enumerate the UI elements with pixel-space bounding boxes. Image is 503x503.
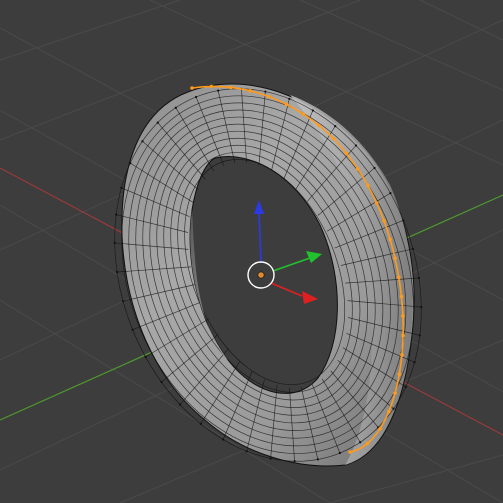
mesh-vertex xyxy=(264,90,267,93)
mesh-vertex xyxy=(411,247,415,250)
3d-viewport[interactable] xyxy=(0,0,503,503)
selected-vertex[interactable] xyxy=(344,151,349,155)
selected-vertex[interactable] xyxy=(301,112,306,116)
selected-vertex[interactable] xyxy=(331,136,336,141)
selected-vertex[interactable] xyxy=(393,391,397,395)
selected-vertex[interactable] xyxy=(365,441,370,446)
mesh-vertex xyxy=(288,97,291,100)
mesh-vertex xyxy=(404,385,407,388)
mesh-vertex xyxy=(217,89,220,92)
mesh-vertex xyxy=(338,451,342,455)
mesh-vertex xyxy=(392,407,395,410)
mesh-vertex xyxy=(115,270,119,274)
selected-vertex[interactable] xyxy=(266,94,271,99)
mesh-vertex xyxy=(129,162,132,165)
grid-line xyxy=(0,0,181,61)
mesh-vertex xyxy=(156,121,159,124)
mesh-vertex xyxy=(144,355,147,358)
selected-vertex[interactable] xyxy=(396,275,401,280)
mesh-vertex xyxy=(269,457,272,460)
selected-vertex[interactable] xyxy=(374,201,379,205)
grid-line xyxy=(299,0,503,91)
mesh-vertex xyxy=(413,361,416,364)
mesh-vertex xyxy=(131,328,134,331)
mesh-vertex xyxy=(420,305,423,309)
selected-vertex[interactable] xyxy=(348,450,352,454)
mesh-vertex xyxy=(141,140,144,143)
mesh-vertex xyxy=(194,95,198,99)
selected-vertex[interactable] xyxy=(401,314,405,318)
mesh-vertex xyxy=(199,422,202,425)
mesh-vertex xyxy=(120,186,123,189)
mesh-vertex xyxy=(113,241,116,245)
selected-vertex[interactable] xyxy=(399,294,404,299)
selected-vertex[interactable] xyxy=(284,102,289,107)
viewport-canvas[interactable] xyxy=(0,0,503,503)
mesh-vertex xyxy=(222,438,225,441)
mesh-vertex xyxy=(293,460,296,463)
mesh-vertex xyxy=(359,441,362,444)
selected-vertex[interactable] xyxy=(209,84,214,89)
selected-vertex[interactable] xyxy=(355,167,360,171)
grid-line xyxy=(329,454,503,503)
object-origin-icon xyxy=(257,271,265,279)
mesh-vertex xyxy=(115,213,118,216)
mesh-vertex xyxy=(311,109,314,112)
mesh-vertex xyxy=(402,219,405,222)
selected-vertex[interactable] xyxy=(190,86,194,90)
selected-vertex[interactable] xyxy=(401,333,405,338)
selected-vertex[interactable] xyxy=(400,353,404,357)
mesh-vertex xyxy=(245,450,248,453)
mesh-vertex xyxy=(417,276,421,280)
mesh-vertex xyxy=(373,166,376,170)
mesh-vertex xyxy=(316,458,319,461)
selected-vertex[interactable] xyxy=(317,123,321,128)
mesh-vertex xyxy=(334,125,337,128)
selected-vertex[interactable] xyxy=(229,85,233,90)
selected-vertex[interactable] xyxy=(397,372,402,376)
selected-vertex[interactable] xyxy=(393,256,397,261)
mesh-vertex xyxy=(418,334,421,337)
mesh-vertex xyxy=(354,144,358,147)
torus-mesh[interactable] xyxy=(61,42,476,503)
grid-line xyxy=(419,0,503,41)
mesh-vertex xyxy=(160,380,163,384)
selected-vertex[interactable] xyxy=(378,427,382,431)
selected-vertex[interactable] xyxy=(366,183,370,188)
selected-vertex[interactable] xyxy=(388,237,392,242)
selected-vertex[interactable] xyxy=(248,89,252,93)
mesh-vertex xyxy=(178,403,182,406)
selected-vertex[interactable] xyxy=(382,219,386,223)
mesh-vertex xyxy=(174,106,177,109)
selected-vertex[interactable] xyxy=(387,409,391,414)
mesh-vertex xyxy=(121,300,125,303)
mesh-vertex xyxy=(389,192,392,195)
